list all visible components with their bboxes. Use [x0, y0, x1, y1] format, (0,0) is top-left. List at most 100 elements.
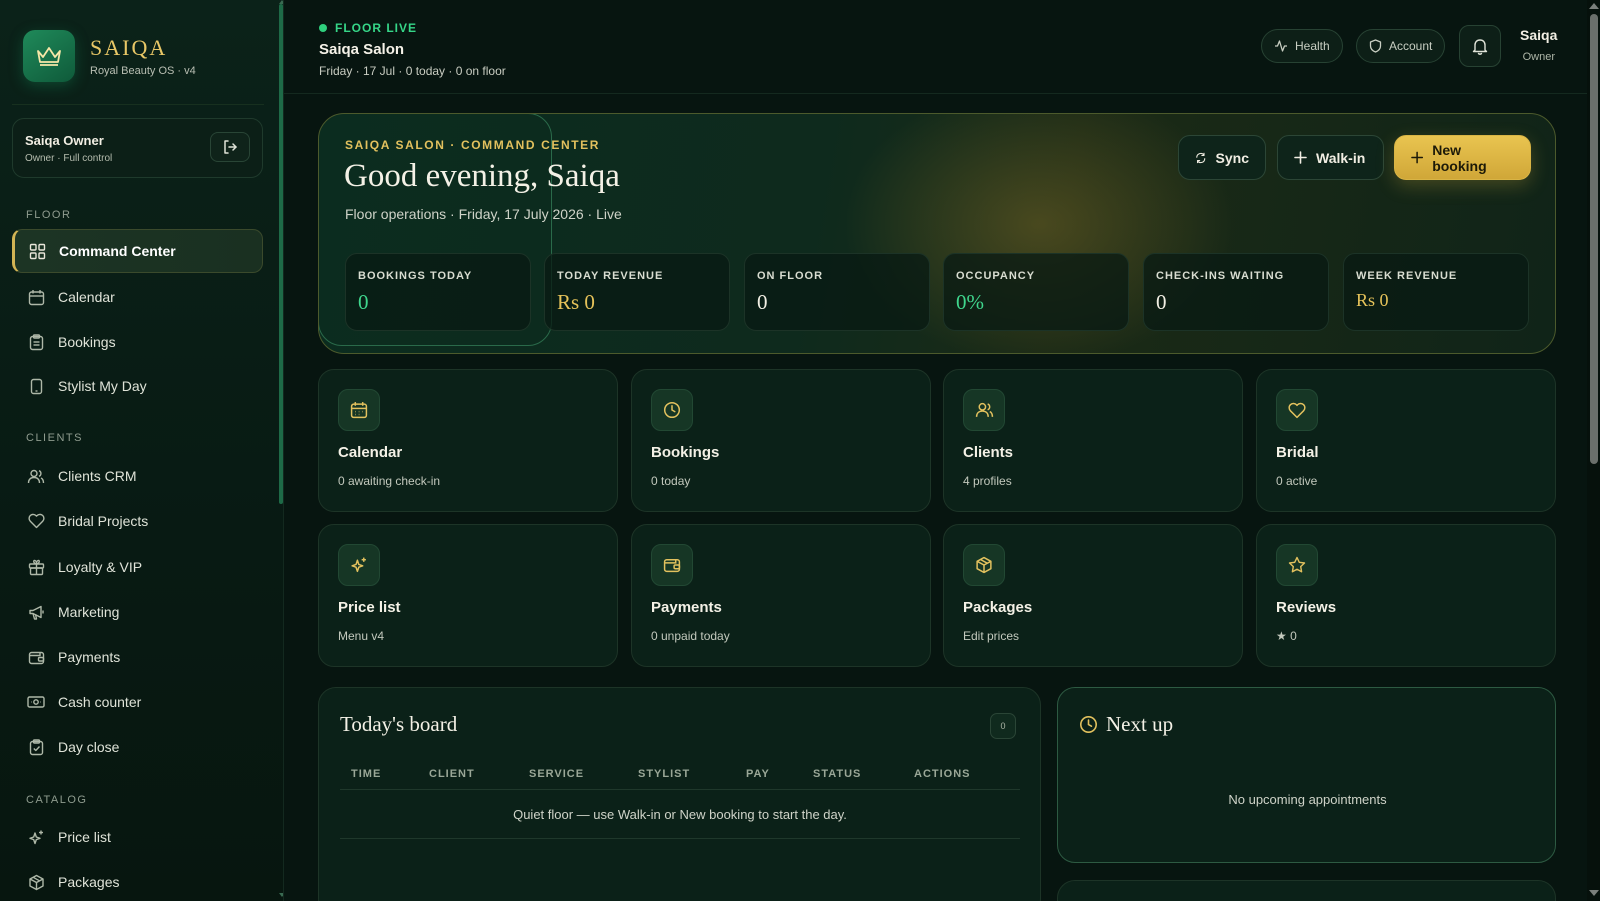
- sidebar-item-bridal-projects[interactable]: Bridal Projects: [12, 499, 263, 543]
- owner-card: Saiqa Owner Owner · Full control: [12, 118, 263, 178]
- user-role: Owner: [1522, 51, 1555, 63]
- gift-icon: [27, 558, 45, 576]
- next-up-panel: Next up No upcoming appointments: [1057, 687, 1556, 863]
- brand-name: SAIQA: [90, 35, 168, 60]
- tile-calendar[interactable]: Calendar 0 awaiting check-in: [318, 369, 618, 512]
- stat-value: 0%: [956, 290, 984, 314]
- walk-in-button[interactable]: Walk-in: [1277, 135, 1384, 180]
- stat-value: 0: [1156, 290, 1167, 314]
- stat-bookings-today: BOOKINGS TODAY 0: [345, 253, 531, 331]
- sidebar-item-day-close[interactable]: Day close: [12, 725, 263, 769]
- tile-reviews[interactable]: Reviews ★ 0: [1256, 524, 1556, 667]
- sidebar-scrollbar[interactable]: [279, 4, 283, 504]
- users-icon: [963, 389, 1005, 431]
- tile-subtitle: 0 today: [651, 474, 691, 488]
- sidebar-item-packages[interactable]: Packages: [12, 860, 263, 901]
- column-header: PAY: [746, 768, 770, 780]
- section-label-catalog: CATALOG: [26, 794, 88, 806]
- crown-icon: [23, 30, 75, 82]
- tile-title: Clients: [963, 444, 1014, 461]
- heart-icon: [27, 512, 45, 530]
- sidebar-item-bookings[interactable]: Bookings: [12, 320, 263, 364]
- todays-board: Today's board 0 TIME CLIENT SERVICE STYL…: [318, 687, 1041, 901]
- sidebar-item-calendar[interactable]: Calendar: [12, 275, 263, 319]
- board-count-badge: 0: [990, 713, 1016, 739]
- next-up-empty-message: No upcoming appointments: [1228, 792, 1387, 807]
- tile-price-list[interactable]: Price list Menu v4: [318, 524, 618, 667]
- sync-button[interactable]: Sync: [1178, 135, 1266, 180]
- divider: [12, 104, 264, 105]
- sidebar-item-loyalty-vip[interactable]: Loyalty & VIP: [12, 545, 263, 589]
- column-header: STATUS: [813, 768, 862, 780]
- sidebar-item-label: Packages: [58, 874, 120, 890]
- sidebar-item-label: Payments: [58, 649, 121, 665]
- account-button[interactable]: Account: [1356, 29, 1446, 63]
- sparkles-icon: [338, 544, 380, 586]
- stat-value: Rs 0: [557, 290, 595, 314]
- user-name[interactable]: Saiqa: [1520, 27, 1557, 43]
- sidebar-scroll-down[interactable]: [279, 893, 283, 897]
- tile-title: Payments: [651, 599, 722, 616]
- calendar-icon: [27, 288, 45, 306]
- tile-bridal[interactable]: Bridal 0 active: [1256, 369, 1556, 512]
- sidebar-item-label: Clients CRM: [58, 468, 137, 484]
- page-scroll-down[interactable]: [1589, 890, 1599, 896]
- column-header: CLIENT: [429, 768, 475, 780]
- tile-packages[interactable]: Packages Edit prices: [943, 524, 1243, 667]
- tile-subtitle: ★ 0: [1276, 629, 1297, 643]
- tile-subtitle: 0 active: [1276, 474, 1318, 488]
- sidebar-item-stylist-my-day[interactable]: Stylist My Day: [12, 364, 263, 408]
- stat-value: 0: [757, 290, 768, 314]
- tile-payments[interactable]: Payments 0 unpaid today: [631, 524, 931, 667]
- sidebar: SAIQA Royal Beauty OS · v4 Saiqa Owner O…: [0, 0, 284, 901]
- clipboard-icon: [27, 333, 45, 351]
- tile-clients[interactable]: Clients 4 profiles: [943, 369, 1243, 512]
- logout-button[interactable]: [210, 132, 250, 162]
- sidebar-item-price-list[interactable]: Price list: [12, 815, 263, 859]
- wallet-icon: [651, 544, 693, 586]
- health-button[interactable]: Health: [1261, 29, 1343, 63]
- grid-icon: [28, 242, 46, 260]
- sidebar-item-command-center[interactable]: Command Center: [12, 229, 263, 273]
- sidebar-item-label: Command Center: [59, 243, 176, 259]
- stat-label: CHECK-INS WAITING: [1156, 270, 1285, 282]
- board-empty-message: Quiet floor — use Walk-in or New booking…: [340, 791, 1020, 839]
- sidebar-item-label: Marketing: [58, 604, 120, 620]
- new-booking-button[interactable]: New booking: [1394, 135, 1531, 180]
- sidebar-item-cash-counter[interactable]: Cash counter: [12, 680, 263, 724]
- notifications-button[interactable]: [1459, 25, 1501, 67]
- clipboard-check-icon: [27, 738, 45, 756]
- banknote-icon: [27, 693, 45, 711]
- stat-occupancy: OCCUPANCY 0%: [943, 253, 1129, 331]
- command-center-hero: SAIQA SALON · COMMAND CENTER Good evenin…: [318, 113, 1556, 354]
- package-icon: [27, 873, 45, 891]
- page-scroll-up[interactable]: [1589, 3, 1599, 9]
- plus-icon: [1294, 151, 1307, 164]
- sidebar-item-marketing[interactable]: Marketing: [12, 590, 263, 634]
- activity-icon: [1275, 40, 1287, 52]
- live-dot: [319, 24, 327, 32]
- brand[interactable]: SAIQA Royal Beauty OS · v4: [23, 30, 196, 82]
- page-scroll-thumb[interactable]: [1590, 14, 1598, 464]
- sidebar-item-payments[interactable]: Payments: [12, 635, 263, 679]
- board-title: Today's board: [340, 712, 458, 736]
- stat-value: Rs 0: [1356, 290, 1389, 310]
- topbar: FLOOR LIVE Saiqa Salon Friday · 17 Jul ·…: [284, 0, 1587, 94]
- sidebar-item-label: Stylist My Day: [58, 378, 147, 394]
- stat-label: TODAY REVENUE: [557, 270, 664, 282]
- sidebar-item-label: Loyalty & VIP: [58, 559, 143, 575]
- tile-bookings[interactable]: Bookings 0 today: [631, 369, 931, 512]
- bell-icon: [1472, 39, 1488, 55]
- sidebar-item-clients-crm[interactable]: Clients CRM: [12, 454, 263, 498]
- stat-label: OCCUPANCY: [956, 270, 1036, 282]
- hero-eyebrow: SAIQA SALON · COMMAND CENTER: [345, 138, 601, 152]
- stat-on-floor: ON FLOOR 0: [744, 253, 930, 331]
- column-header: SERVICE: [529, 768, 585, 780]
- column-header: STYLIST: [638, 768, 691, 780]
- hero-greeting: Good evening, Saiqa: [344, 158, 620, 194]
- star-icon: [1276, 544, 1318, 586]
- column-header: TIME: [351, 768, 382, 780]
- tile-subtitle: Edit prices: [963, 629, 1020, 643]
- brand-subtitle: Royal Beauty OS · v4: [90, 65, 196, 77]
- sync-label: Sync: [1215, 149, 1249, 166]
